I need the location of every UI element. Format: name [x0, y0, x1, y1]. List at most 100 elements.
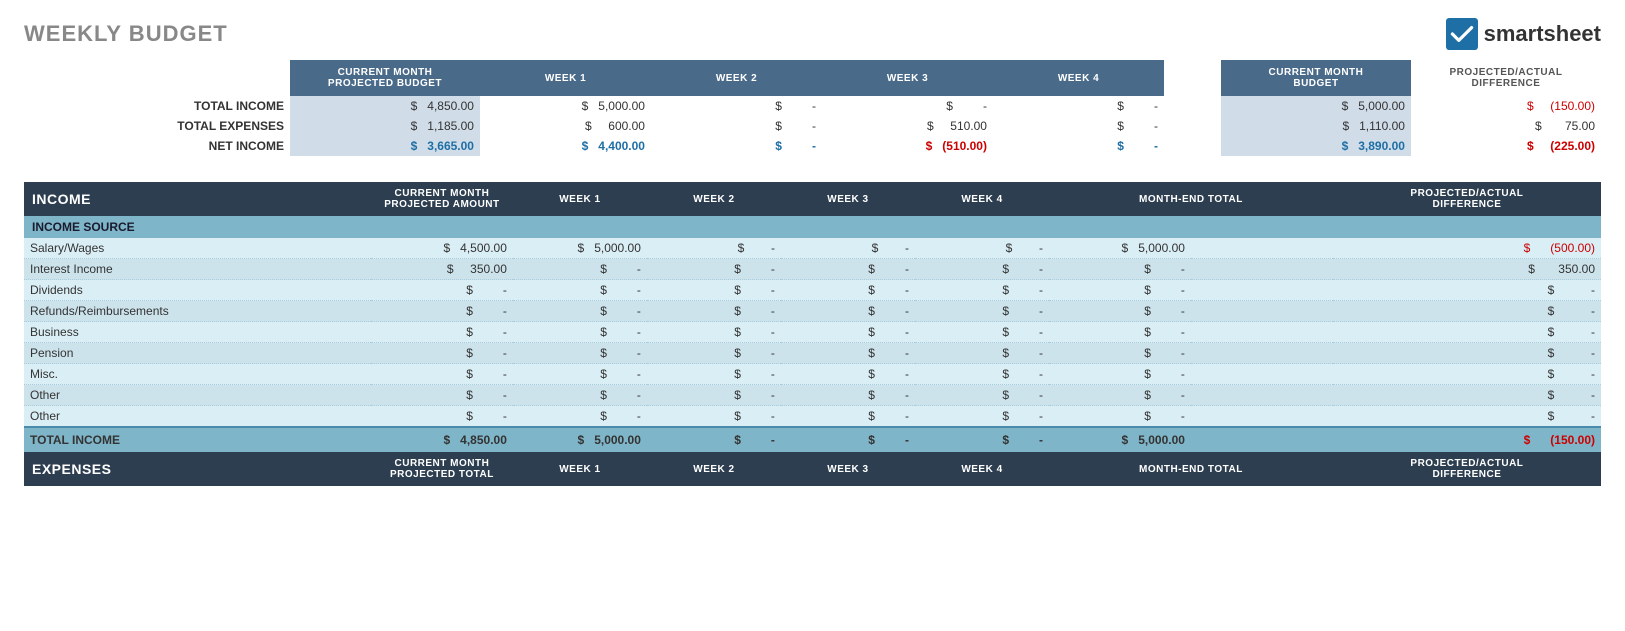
other1-proj: $ -	[371, 385, 513, 406]
pension-month-end: $ -	[1049, 343, 1191, 364]
other1-diff: $ -	[1333, 385, 1601, 406]
expenses-section-header: EXPENSES CURRENT MONTHPROJECTED TOTAL WE…	[24, 452, 1601, 486]
income-source-label: INCOME SOURCE	[24, 216, 1601, 238]
summary-income-w1: $ 5,000.00	[480, 96, 651, 116]
expenses-col-proj: CURRENT MONTHPROJECTED TOTAL	[371, 452, 513, 486]
summary-income-budget: $ 5,000.00	[1221, 96, 1411, 116]
salary-diff: $ (500.00)	[1333, 238, 1601, 259]
interest-w3: $ -	[781, 259, 915, 280]
refunds-month-end: $ -	[1049, 301, 1191, 322]
interest-month-end: $ -	[1049, 259, 1191, 280]
dividends-w4: $ -	[915, 280, 1049, 301]
business-proj: $ -	[371, 322, 513, 343]
income-row-other1: Other $ - $ - $ - $ - $ - $ - $ -	[24, 385, 1601, 406]
other1-w3: $ -	[781, 385, 915, 406]
other2-w3: $ -	[781, 406, 915, 428]
summary-expenses-w2: $ -	[651, 116, 822, 136]
summary-row-expenses: TOTAL EXPENSES $ 1,185.00 $ 600.00 $ - $…	[24, 116, 1601, 136]
income-row-pension: Pension $ - $ - $ - $ - $ - $ - $ -	[24, 343, 1601, 364]
pension-label: Pension	[24, 343, 371, 364]
summary-expenses-w3: $ 510.00	[822, 116, 993, 136]
smartsheet-logo-icon	[1446, 18, 1478, 50]
other2-label: Other	[24, 406, 371, 428]
business-w3: $ -	[781, 322, 915, 343]
summary-income-label: TOTAL INCOME	[24, 96, 290, 116]
other2-proj: $ -	[371, 406, 513, 428]
dividends-label: Dividends	[24, 280, 371, 301]
expenses-col-week2: WEEK 2	[647, 452, 781, 486]
summary-col-proj-budget: CURRENT MONTHPROJECTED BUDGET	[290, 60, 480, 96]
summary-col-week3: WEEK 3	[822, 60, 993, 96]
page-header: WEEKLY BUDGET smartsheet	[0, 0, 1625, 60]
business-w1: $ -	[513, 322, 647, 343]
other2-w1: $ -	[513, 406, 647, 428]
summary-expenses-budget: $ 1,110.00	[1221, 116, 1411, 136]
summary-net-label: NET INCOME	[24, 136, 290, 156]
misc-diff: $ -	[1333, 364, 1601, 385]
summary-col-week1: WEEK 1	[480, 60, 651, 96]
refunds-diff: $ -	[1333, 301, 1601, 322]
income-col-week4: WEEK 4	[915, 182, 1049, 216]
summary-col-curr-budget: CURRENT MONTHBUDGET	[1221, 60, 1411, 96]
summary-col-diff: PROJECTED/ACTUALDIFFERENCE	[1411, 60, 1601, 96]
summary-net-w3: $ (510.00)	[822, 136, 993, 156]
salary-proj: $ 4,500.00	[371, 238, 513, 259]
misc-w1: $ -	[513, 364, 647, 385]
other1-w4: $ -	[915, 385, 1049, 406]
salary-w1: $ 5,000.00	[513, 238, 647, 259]
pension-proj: $ -	[371, 343, 513, 364]
misc-month-end: $ -	[1049, 364, 1191, 385]
pension-w3: $ -	[781, 343, 915, 364]
salary-w3: $ -	[781, 238, 915, 259]
dividends-month-end: $ -	[1049, 280, 1191, 301]
interest-proj: $ 350.00	[371, 259, 513, 280]
other1-w2: $ -	[647, 385, 781, 406]
summary-expenses-proj: $ 1,185.00	[290, 116, 480, 136]
misc-w2: $ -	[647, 364, 781, 385]
salary-w2: $ -	[647, 238, 781, 259]
summary-expenses-w1: $ 600.00	[480, 116, 651, 136]
pension-w4: $ -	[915, 343, 1049, 364]
misc-w4: $ -	[915, 364, 1049, 385]
income-row-dividends: Dividends $ - $ - $ - $ - $ - $ - $ -	[24, 280, 1601, 301]
expenses-col-week3: WEEK 3	[781, 452, 915, 486]
misc-label: Misc.	[24, 364, 371, 385]
misc-proj: $ -	[371, 364, 513, 385]
summary-col-week2: WEEK 2	[651, 60, 822, 96]
pension-w2: $ -	[647, 343, 781, 364]
other1-month-end: $ -	[1049, 385, 1191, 406]
refunds-w1: $ -	[513, 301, 647, 322]
logo-area: smartsheet	[1446, 18, 1601, 50]
summary-table: CURRENT MONTHPROJECTED BUDGET WEEK 1 WEE…	[24, 60, 1601, 156]
business-diff: $ -	[1333, 322, 1601, 343]
summary-col-week4: WEEK 4	[993, 60, 1164, 96]
pension-diff: $ -	[1333, 343, 1601, 364]
income-row-misc: Misc. $ - $ - $ - $ - $ - $ - $ -	[24, 364, 1601, 385]
interest-w1: $ -	[513, 259, 647, 280]
other1-label: Other	[24, 385, 371, 406]
misc-w3: $ -	[781, 364, 915, 385]
summary-income-w2: $ -	[651, 96, 822, 116]
dividends-w1: $ -	[513, 280, 647, 301]
summary-header-row: CURRENT MONTHPROJECTED BUDGET WEEK 1 WEE…	[24, 60, 1601, 96]
business-w2: $ -	[647, 322, 781, 343]
expenses-col-month-end: MONTH-END TOTAL	[1049, 452, 1333, 486]
expenses-col-week1: WEEK 1	[513, 452, 647, 486]
salary-w4: $ -	[915, 238, 1049, 259]
dividends-w2: $ -	[647, 280, 781, 301]
summary-expenses-label: TOTAL EXPENSES	[24, 116, 290, 136]
income-section-header: INCOME CURRENT MONTHPROJECTED AMOUNT WEE…	[24, 182, 1601, 216]
income-row-other2: Other $ - $ - $ - $ - $ - $ - $ -	[24, 406, 1601, 428]
business-w4: $ -	[915, 322, 1049, 343]
expenses-section-label: EXPENSES	[24, 452, 371, 486]
income-row-refunds: Refunds/Reimbursements $ - $ - $ - $ - $…	[24, 301, 1601, 322]
income-total-diff: $ (150.00)	[1333, 427, 1601, 452]
other1-w1: $ -	[513, 385, 647, 406]
income-section-label: INCOME	[24, 182, 371, 216]
income-row-interest: Interest Income $ 350.00 $ - $ - $ - $ -…	[24, 259, 1601, 280]
other2-w4: $ -	[915, 406, 1049, 428]
expenses-col-diff: PROJECTED/ACTUALDIFFERENCE	[1333, 452, 1601, 486]
summary-expenses-w4: $ -	[993, 116, 1164, 136]
summary-net-w1: $ 4,400.00	[480, 136, 651, 156]
income-table: INCOME CURRENT MONTHPROJECTED AMOUNT WEE…	[24, 182, 1601, 486]
